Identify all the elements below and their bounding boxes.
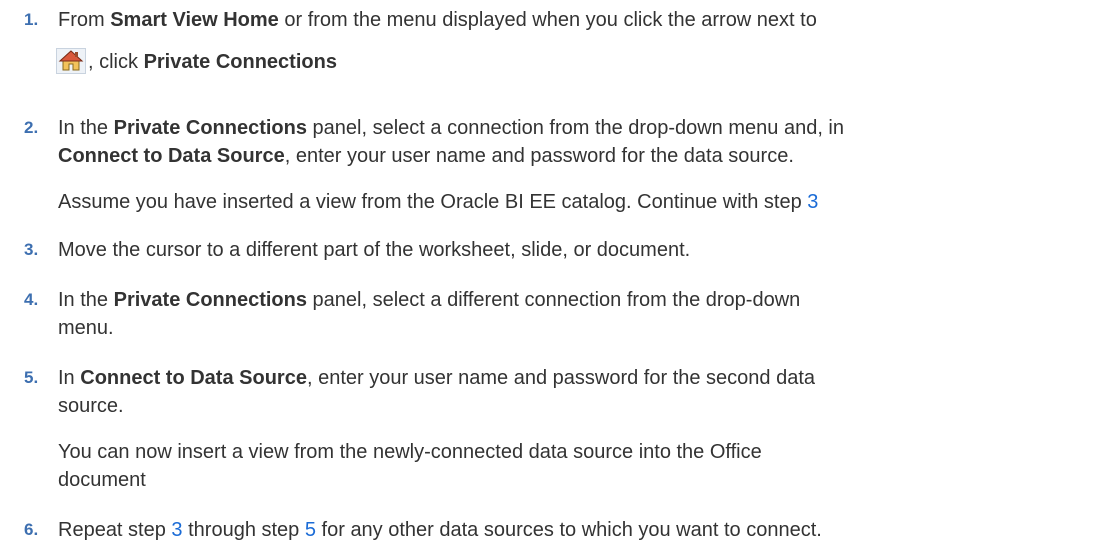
step-note: You can now insert a view from the newly… [58, 441, 762, 491]
step-number: 6. [24, 520, 39, 539]
step-number: 4. [24, 290, 39, 309]
step-number: 1. [24, 10, 39, 29]
step-number: 2. [24, 118, 39, 137]
step-3-link[interactable]: 3 [171, 519, 182, 541]
step-number: 3. [24, 240, 39, 259]
step-3-link[interactable]: 3 [807, 191, 818, 213]
step-note: Assume you have inserted a view from the… [58, 191, 819, 213]
home-icon[interactable] [56, 48, 86, 74]
step-5-link[interactable]: 5 [305, 519, 316, 541]
step-number: 5. [24, 368, 39, 387]
